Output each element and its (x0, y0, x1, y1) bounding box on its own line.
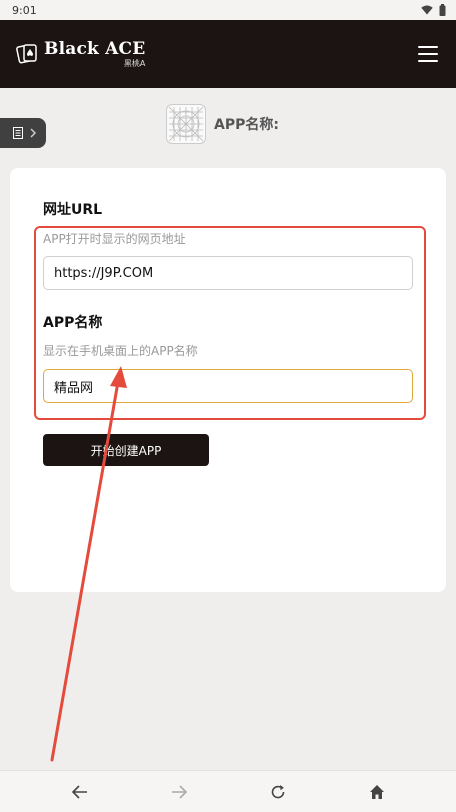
bottom-nav (0, 770, 456, 812)
chevron-right-icon (30, 128, 37, 138)
brand-name: Black ACE (44, 38, 146, 59)
url-label: 网址URL (43, 202, 103, 218)
battery-icon (439, 4, 446, 16)
create-app-button[interactable]: 开始创建APP (43, 434, 209, 466)
url-hint: APP打开时显示的网页地址 (43, 232, 186, 246)
wifi-icon (421, 5, 433, 15)
app-name-label: APP名称 (43, 315, 103, 331)
status-bar: 9:01 (0, 0, 456, 20)
status-time: 9:01 (12, 3, 37, 17)
status-icons (421, 4, 446, 16)
refresh-icon[interactable] (258, 772, 298, 812)
hamburger-icon[interactable] (418, 46, 438, 62)
brand-logo[interactable]: Black ACE 黑桃A (16, 38, 146, 68)
brand-subtitle: 黑桃A (123, 58, 146, 68)
cards-logo-icon (16, 44, 37, 64)
app-icon-placeholder[interactable] (166, 104, 206, 144)
app-name-hint: 显示在手机桌面上的APP名称 (43, 344, 198, 358)
back-arrow-icon[interactable] (60, 772, 100, 812)
app-header: Black ACE 黑桃A (0, 20, 456, 88)
home-icon[interactable] (357, 772, 397, 812)
app-title: APP名称: (214, 117, 279, 133)
side-drawer-tab[interactable] (0, 118, 46, 148)
app-title-row: APP名称: (166, 104, 279, 144)
url-input[interactable] (43, 256, 413, 290)
forward-arrow-icon[interactable] (159, 772, 199, 812)
placeholder-grid-icon (168, 106, 204, 142)
list-icon (13, 127, 23, 139)
app-name-input[interactable] (43, 369, 413, 403)
